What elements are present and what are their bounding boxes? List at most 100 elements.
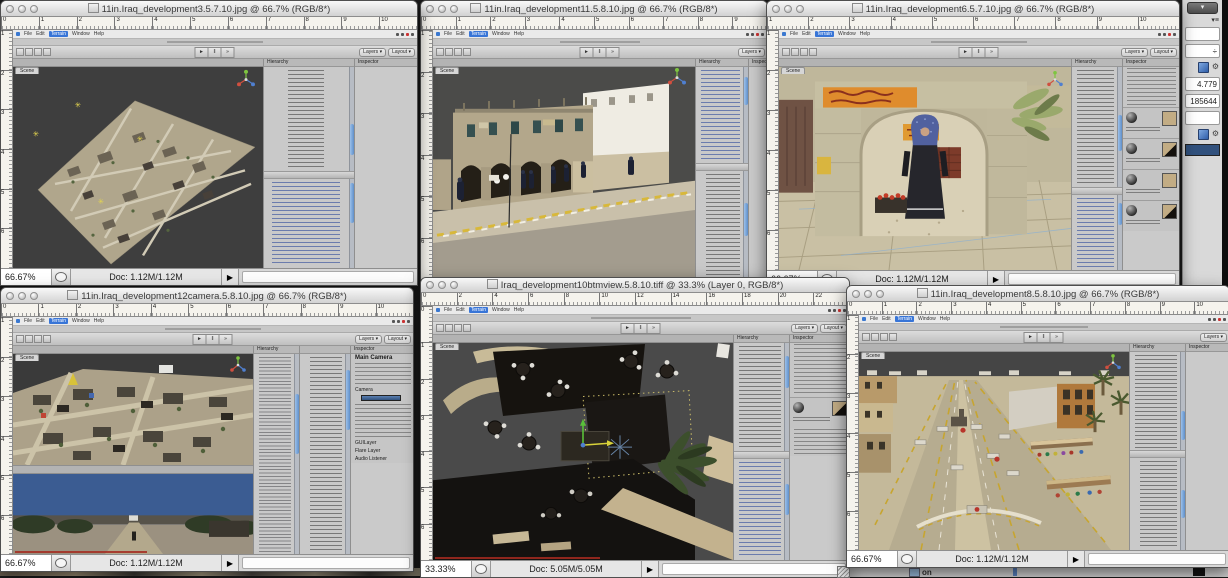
traffic-lights[interactable] [852,290,884,298]
step-button: » [219,334,233,345]
status-icon-button[interactable] [52,269,71,285]
ps-window-dev6[interactable]: 11in.Iraq_development6.5.7.10.jpg @ 66.7… [766,0,1180,288]
vertical-ruler[interactable]: 123456 [1,317,13,554]
document-canvas[interactable]: FileEditTerrainWindowHelp ►‖» Layers ▾ S… [433,30,767,279]
ps-window-dev11[interactable]: 11in.Iraq_development11.5.8.10.jpg @ 66.… [420,0,768,280]
step-button: » [985,47,999,58]
unity-window-title [779,39,1179,46]
horizontal-ruler[interactable]: 012345678910 [1,304,413,317]
scrollbar-fragment[interactable] [1013,568,1017,576]
horizontal-ruler[interactable]: 0246810121416182022 [421,293,849,306]
color-swatch[interactable] [1185,144,1220,156]
panel-stepper-field[interactable]: ÷ [1185,44,1220,58]
title-bar[interactable]: 11in.Iraq_development6.5.7.10.jpg @ 66.7… [767,1,1179,17]
title-bar[interactable]: 11in.Iraq_development12camera.5.8.10.jpg… [1,288,413,304]
unity-window-title [859,324,1228,331]
ps-window-dev12camera[interactable]: 11in.Iraq_development12camera.5.8.10.jpg… [0,287,414,572]
play-controls: ►‖» [622,323,661,334]
document-canvas[interactable]: FileEditTerrainWindowHelp ►‖» Layers ▾La… [13,30,417,268]
close-button[interactable] [426,281,434,289]
zoom-button[interactable] [450,281,458,289]
ps-window-dev8[interactable]: 11in.Iraq_development8.5.8.10.jpg @ 66.7… [846,285,1228,568]
doc-size-readout[interactable]: Doc: 1.12M/1.12M [917,551,1068,567]
camera-background-color-swatch[interactable] [361,395,401,401]
vertical-ruler[interactable]: 123456 [1,30,13,268]
title-bar[interactable]: 11in.Iraq_development8.5.8.10.jpg @ 66.7… [847,286,1228,302]
status-icon-button[interactable] [472,561,491,577]
zoom-level-field[interactable]: 33.33% [421,561,472,577]
close-button[interactable] [6,292,14,300]
mac-menu-bar: FileEditTerrainWindowHelp [13,30,417,39]
title-bar[interactable]: Iraq_development10btmview.5.8.10.tiff @ … [421,278,849,293]
zoom-button[interactable] [30,5,38,13]
traffic-lights[interactable] [772,5,804,13]
gear-icon[interactable]: ⚙ [1212,62,1219,73]
panel-dropdown-button[interactable]: ▾ [1187,2,1218,14]
close-button[interactable] [772,5,780,13]
layout-dropdown: Layout ▾ [1150,48,1177,57]
panel-value-top[interactable]: 4.779 [1185,77,1220,91]
zoom-level-field[interactable]: 66.67% [847,551,898,567]
panel-menu-icon[interactable]: ▾≡ [1183,16,1219,24]
document-canvas[interactable]: FileEditTerrainWindowHelp ►‖» Layers ▾La… [433,306,849,560]
document-canvas[interactable]: FileEditTerrainWindowHelp ►‖» Layers ▾La… [13,317,413,554]
status-popup-arrow[interactable]: ▶ [222,269,239,285]
document-canvas[interactable]: FileEditTerrainWindowHelp ►‖» Layers ▾La… [779,30,1179,270]
traffic-lights[interactable] [6,292,38,300]
status-popup-arrow[interactable]: ▶ [222,555,239,571]
step-button: » [606,47,620,58]
minimize-button[interactable] [438,281,446,289]
traffic-lights[interactable] [426,5,458,13]
menu-bar-status-icons [1208,318,1226,321]
minimize-button[interactable] [864,290,872,298]
horizontal-ruler[interactable]: 12345678910 [767,17,1179,30]
vertical-ruler[interactable]: 123456 [421,30,433,279]
horizontal-ruler[interactable]: 012345678910 [1,17,417,30]
doc-size-readout[interactable]: Doc: 1.12M/1.12M [71,555,222,571]
panel-field-blank[interactable] [1185,111,1220,125]
close-button[interactable] [426,5,434,13]
vertical-ruler[interactable]: 123456 [767,30,779,270]
zoom-button[interactable] [30,292,38,300]
minimize-button[interactable] [18,5,26,13]
zoom-level-field[interactable]: 66.67% [1,555,52,571]
material-preview [1123,169,1179,200]
title-bar[interactable]: 11in.Iraq_development3.5.7.10.jpg @ 66.7… [1,1,417,17]
status-popup-arrow[interactable]: ▶ [642,561,659,577]
zoom-button[interactable] [876,290,884,298]
zoom-button[interactable] [450,5,458,13]
traffic-lights[interactable] [6,5,38,13]
pause-button: ‖ [634,323,648,334]
panel-field-empty[interactable] [1185,27,1220,41]
doc-size-readout[interactable]: Doc: 1.12M/1.12M [71,269,222,285]
document-canvas[interactable]: FileEditTerrainWindowHelp ►‖» Layers ▾ S… [859,315,1228,550]
ps-window-btmview[interactable]: Iraq_development10btmview.5.8.10.tiff @ … [420,277,850,578]
vertical-ruler[interactable]: 0123456 [421,306,433,560]
panel-value-bottom[interactable]: 185644 [1185,94,1220,108]
horizontal-ruler[interactable]: 012345678910 [847,302,1228,315]
status-icon-button[interactable] [898,551,917,567]
minimize-button[interactable] [784,5,792,13]
gear-icon2[interactable]: ⚙ [1212,129,1219,140]
horizontal-ruler[interactable]: 0123456789 [421,17,767,30]
status-popup-arrow[interactable]: ▶ [1068,551,1085,567]
doc-size-readout[interactable]: Doc: 5.05M/5.05M [491,561,642,577]
unity-screenshot: FileEditTerrainWindowHelp ►‖» Layers ▾ S… [433,30,767,279]
minimize-button[interactable] [438,5,446,13]
vertical-ruler[interactable]: 123456 [847,315,859,550]
title-bar[interactable]: 11in.Iraq_development11.5.8.10.jpg @ 66.… [421,1,767,17]
zoom-level-field[interactable]: 66.67% [1,269,52,285]
close-button[interactable] [852,290,860,298]
zoom-button[interactable] [796,5,804,13]
panel-cube-icon2[interactable] [1198,129,1209,140]
panel-cube-icon[interactable] [1198,62,1209,73]
ps-window-dev3[interactable]: 11in.Iraq_development3.5.7.10.jpg @ 66.7… [0,0,418,286]
document-icon [852,3,863,13]
close-button[interactable] [6,5,14,13]
hierarchy-panel: Hierarchy [733,335,789,560]
status-icon-button[interactable] [52,555,71,571]
minimize-button[interactable] [18,292,26,300]
traffic-lights[interactable] [426,281,458,289]
window-title: 11in.Iraq_development8.5.8.10.jpg @ 66.7… [847,288,1228,300]
camera-component-label: Camera [351,386,413,394]
